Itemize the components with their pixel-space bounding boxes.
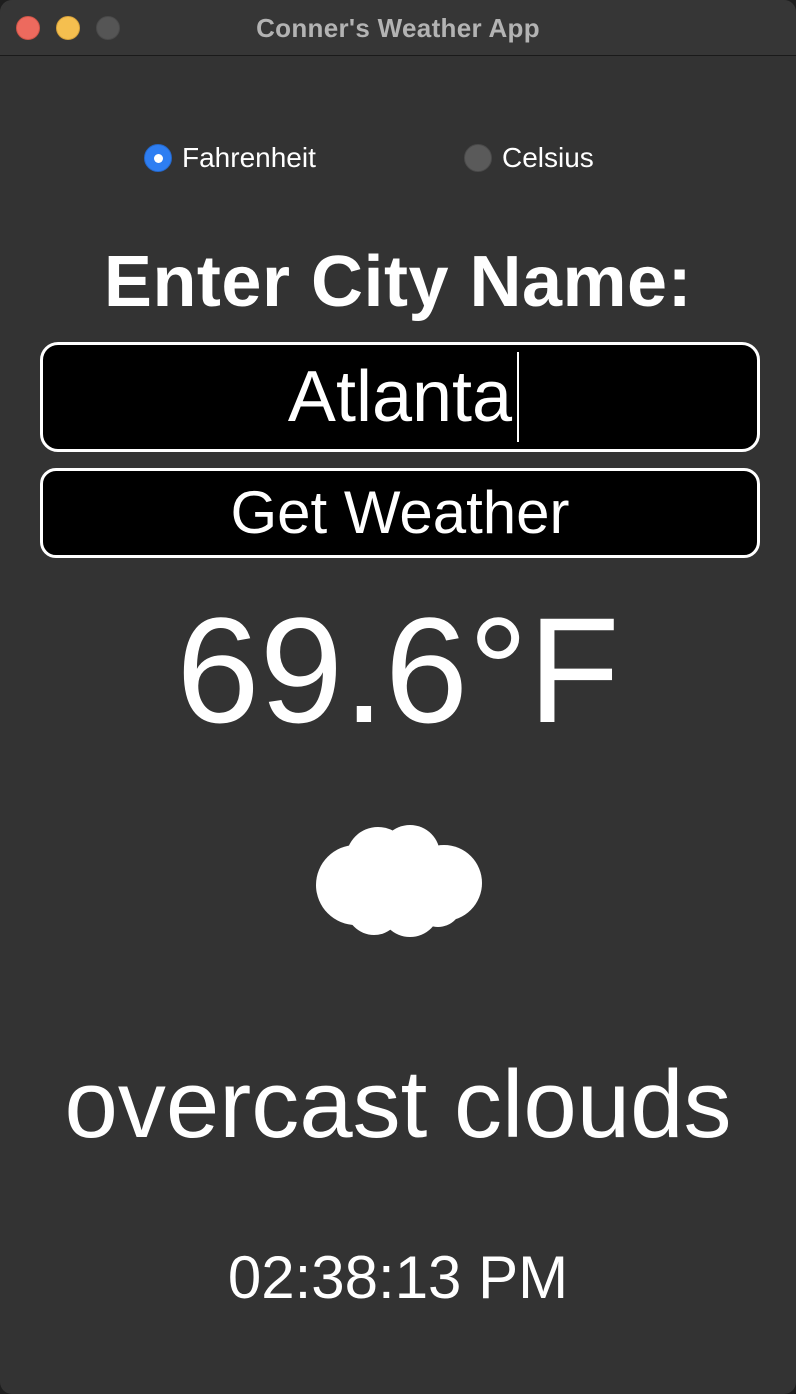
radio-selected-icon[interactable] (144, 144, 172, 172)
window-title: Conner's Weather App (256, 13, 540, 43)
city-name-input[interactable] (40, 342, 760, 452)
weather-description: overcast clouds (64, 1051, 732, 1158)
radio-fahrenheit-label: Fahrenheit (182, 142, 316, 173)
radio-celsius[interactable]: Celsius (464, 142, 594, 174)
cloud-icon (316, 825, 482, 937)
text-cursor (517, 352, 519, 442)
city-prompt-heading: Enter City Name: (103, 242, 693, 322)
radio-fahrenheit[interactable]: Fahrenheit (144, 142, 316, 174)
current-time: 02:38:13 PM (227, 1244, 569, 1311)
get-weather-button[interactable]: Get Weather (40, 468, 760, 558)
temperature-display: 69.6°F (176, 586, 620, 754)
app-window: Conner's Weather App Fahrenheit Celsius … (0, 0, 796, 1394)
title-bar[interactable]: Conner's Weather App (0, 0, 796, 56)
radio-unselected-icon[interactable] (464, 144, 492, 172)
radio-celsius-label: Celsius (502, 142, 594, 173)
